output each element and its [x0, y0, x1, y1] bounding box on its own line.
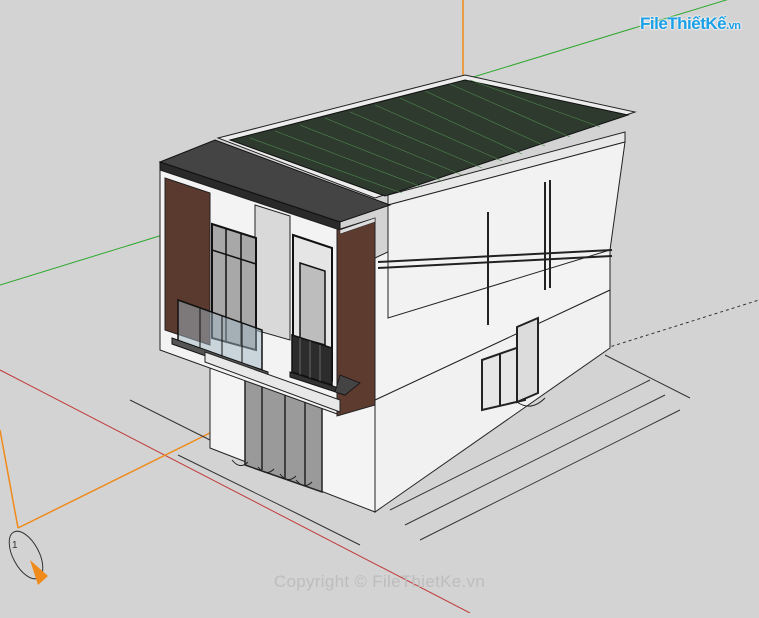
brand-logo[interactable]: FileThiếtKế.vn: [640, 14, 741, 34]
brand-logo-suffix: .vn: [726, 20, 741, 32]
model-canvas[interactable]: [0, 0, 759, 614]
section-marker-label: 1: [12, 540, 18, 551]
center-pillar: [254, 204, 291, 341]
orange-guide-diagonal: [17, 427, 221, 529]
orange-guide-edge: [0, 429, 19, 529]
brand-logo-text: FileThiếtKế: [640, 14, 727, 33]
dotted-axis-line: [599, 299, 759, 351]
sketchup-viewport[interactable]: [0, 0, 759, 614]
copyright-watermark: Copyright © FileThietKe.vn: [273, 572, 486, 591]
green-axis-line-far: [469, 0, 728, 79]
